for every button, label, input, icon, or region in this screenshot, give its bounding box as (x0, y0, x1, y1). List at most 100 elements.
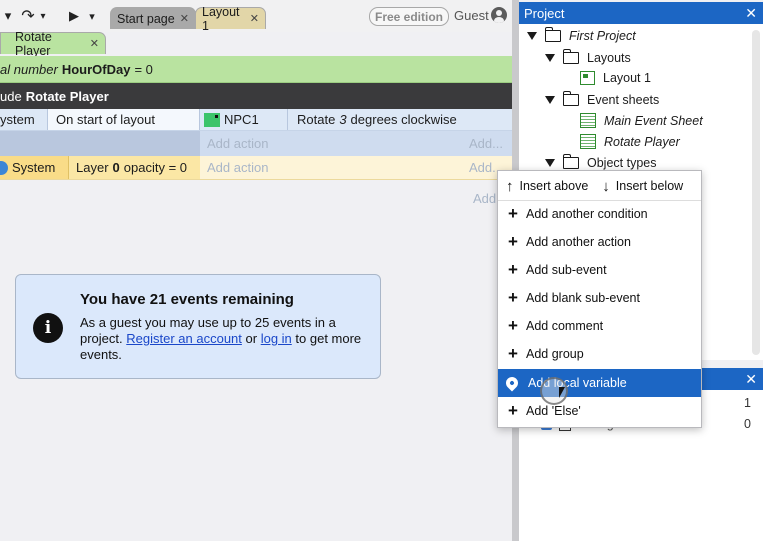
main-toolbar: ▾ ↷ ▾ ▶ ▾ Start page ✕ Layout 1 ✕ Free e… (0, 0, 516, 33)
project-scrollbar[interactable] (752, 30, 760, 355)
menu-item-label: Add another action (526, 235, 631, 249)
close-icon[interactable]: ✕ (180, 12, 189, 25)
action-object[interactable]: NPC1 (200, 109, 288, 130)
action-text: degrees clockwise (350, 112, 457, 127)
action-cell[interactable]: Rotate 3 degrees clockwise (288, 109, 512, 130)
register-link[interactable]: Register an account (126, 331, 242, 346)
event-sheet-icon (580, 134, 596, 149)
notice-text: or (245, 331, 258, 346)
play-icon[interactable]: ▶ (66, 6, 82, 26)
notice-title: You have 21 events remaining (80, 291, 294, 308)
add-event-link[interactable]: Add (473, 191, 496, 206)
sprite-icon (204, 112, 220, 127)
insert-row: ↑ Insert above ↓ Insert below (498, 172, 701, 201)
tab-label: Rotate Player (15, 29, 52, 58)
tab-label: Start page (117, 11, 175, 26)
tree-item-event-sheets[interactable]: Event sheets (545, 89, 659, 110)
menu-item-label: Add comment (526, 319, 604, 333)
tree-item-rotate-player[interactable]: Rotate Player (580, 131, 680, 152)
expand-icon[interactable] (545, 95, 555, 104)
event-row-system[interactable]: System Layer 0 opacity = 0 Add action Ad… (0, 156, 512, 180)
menu-item-add-else[interactable]: + Add 'Else' (498, 397, 701, 425)
sub-tab-row: Rotate Player ✕ (0, 30, 516, 58)
tree-item-first-project[interactable]: First Project (527, 25, 636, 46)
object-label: System (12, 160, 56, 175)
include-row[interactable]: ude Rotate Player (0, 83, 512, 109)
tab-start-page[interactable]: Start page ✕ (110, 7, 196, 29)
free-edition-badge[interactable]: Free edition (369, 7, 450, 26)
mouse-cursor-icon (559, 387, 565, 398)
event-row[interactable]: ystem On start of layout NPC1 Rotate 3 d… (0, 109, 512, 131)
expand-icon[interactable] (545, 158, 555, 167)
layer-count: 0 (744, 417, 751, 431)
add-action-link[interactable]: Add action (207, 156, 268, 179)
close-icon[interactable]: ✕ (745, 371, 757, 388)
variable-kind: al number (0, 61, 58, 77)
add-more-link[interactable]: Add... (469, 131, 503, 156)
user-icon[interactable] (491, 7, 507, 23)
redo-icon[interactable]: ↷ (18, 6, 38, 26)
play-dropdown-icon[interactable]: ▾ (86, 6, 98, 26)
menu-item-add-sub-event[interactable]: + Add sub-event (498, 256, 701, 284)
condition-param: 0 (112, 160, 120, 175)
condition-text: On start of layout (56, 112, 155, 127)
menu-item-label: Add 'Else' (526, 404, 581, 418)
event-row-empty[interactable]: Add action Add... (0, 131, 512, 156)
project-panel-header: Project ✕ (519, 2, 763, 24)
folder-icon (562, 153, 579, 169)
close-icon[interactable]: ✕ (90, 37, 99, 50)
arrow-down-icon: ↓ (602, 177, 610, 195)
object-label: NPC1 (224, 112, 259, 127)
layout-icon (580, 70, 595, 85)
insert-above-item[interactable]: Insert above (520, 179, 589, 193)
condition-cell[interactable]: On start of layout (48, 109, 200, 130)
tree-label: Object types (587, 155, 657, 170)
condition-cell[interactable]: Layer 0 opacity = 0 (68, 156, 200, 179)
tab-rotate-player[interactable]: Rotate Player ✕ (0, 30, 106, 58)
expand-icon[interactable] (527, 31, 537, 40)
menu-item-add-condition[interactable]: + Add another condition (498, 200, 701, 228)
folder-icon (562, 48, 579, 64)
tree-item-layout-1[interactable]: Layout 1 (580, 67, 651, 88)
redo-dropdown-icon[interactable]: ▾ (38, 6, 48, 26)
condition-object[interactable]: ystem (0, 109, 48, 130)
layer-count: 1 (744, 396, 751, 410)
plus-icon: + (508, 288, 518, 307)
variable-value: = 0 (134, 61, 153, 77)
menu-item-add-action[interactable]: + Add another action (498, 228, 701, 256)
tree-item-layouts[interactable]: Layouts (545, 47, 631, 68)
notice-body: As a guest you may use up to 25 events i… (80, 315, 370, 363)
login-link[interactable]: log in (261, 331, 292, 346)
info-icon: i (33, 313, 63, 343)
tab-layout-1[interactable]: Layout 1 ✕ (195, 5, 266, 33)
object-label: ystem (0, 112, 35, 127)
tree-label: Layout 1 (603, 70, 651, 85)
variable-name: HourOfDay (61, 61, 131, 77)
plus-icon: + (508, 401, 518, 420)
plus-icon: + (508, 344, 518, 363)
global-variable-row[interactable]: al number HourOfDay = 0 (0, 56, 512, 83)
close-icon[interactable]: ✕ (745, 5, 757, 22)
menu-item-add-group[interactable]: + Add group (498, 340, 701, 368)
menu-item-add-local-variable[interactable]: Add local variable (498, 369, 701, 397)
condition-text: opacity = 0 (123, 160, 188, 175)
menu-item-add-comment[interactable]: + Add comment (498, 312, 701, 340)
panel-title: Project (524, 5, 565, 21)
undo-dropdown-icon[interactable]: ▾ (2, 6, 14, 26)
add-action-link[interactable]: Add action (207, 131, 268, 156)
plus-icon: + (508, 260, 518, 279)
condition-text: Layer (76, 160, 109, 175)
tree-label: Layouts (587, 50, 631, 65)
location-pin-icon (503, 374, 521, 392)
close-icon[interactable]: ✕ (250, 12, 259, 25)
guest-label[interactable]: Guest (454, 8, 489, 23)
condition-object[interactable]: System (0, 156, 68, 179)
tree-item-main-event-sheet[interactable]: Main Event Sheet (580, 110, 703, 131)
menu-item-add-blank-sub-event[interactable]: + Add blank sub-event (498, 284, 701, 312)
menu-item-label: Add sub-event (526, 263, 607, 277)
event-sheet-icon (580, 113, 596, 128)
include-name: Rotate Player (25, 88, 109, 104)
menu-item-label: Add blank sub-event (526, 291, 640, 305)
expand-icon[interactable] (545, 53, 555, 62)
insert-below-item[interactable]: Insert below (616, 179, 683, 193)
